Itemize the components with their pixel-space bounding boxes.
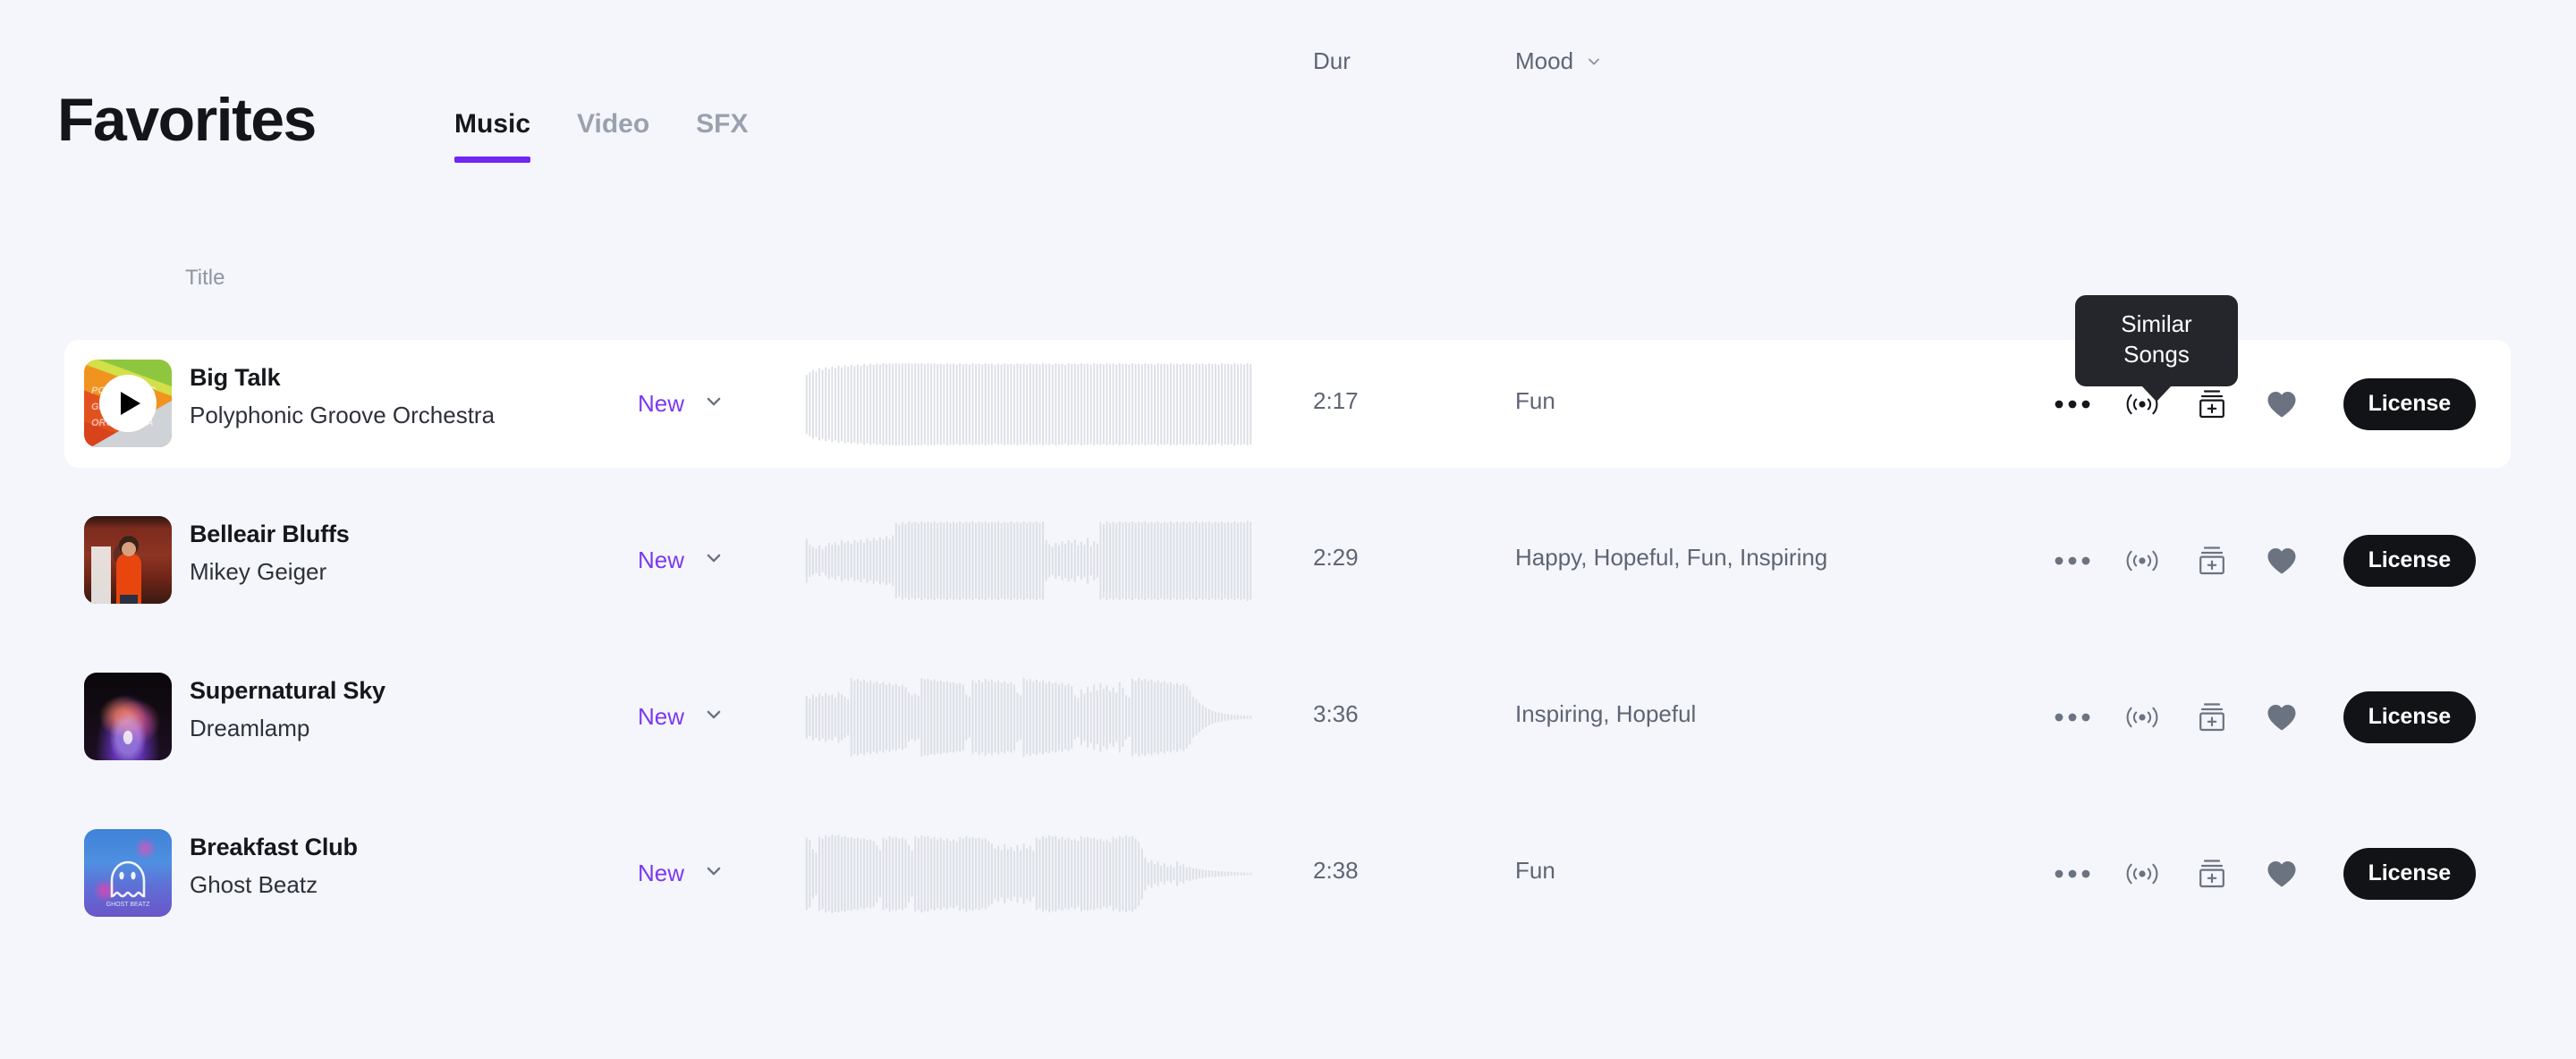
column-header-mood-label: Mood	[1515, 47, 1574, 74]
add-to-playlist-icon[interactable]	[2177, 526, 2247, 596]
track-artist: Ghost Beatz	[190, 870, 318, 898]
version-label: New	[638, 703, 685, 730]
version-label: New	[638, 546, 685, 573]
track-artist: Polyphonic Groove Orchestra	[190, 401, 496, 428]
chevron-down-icon	[704, 548, 724, 572]
column-header-title: Title	[185, 266, 225, 290]
track-duration: 2:38	[1313, 857, 1359, 884]
tab-sfx-label: SFX	[696, 109, 749, 139]
chevron-down-icon	[704, 392, 724, 416]
license-button[interactable]: License	[2343, 847, 2476, 900]
track-actions: License	[2038, 653, 2476, 781]
track-titles: Supernatural Sky Dreamlamp	[190, 676, 619, 742]
tooltip-line-2: Songs	[2123, 340, 2190, 368]
tooltip-line-1: Similar	[2121, 310, 2192, 337]
track-row[interactable]: Belleair Bluffs Mikey Geiger New 2:29 Happy,…	[0, 496, 2576, 653]
track-mood: Inspiring, Hopeful	[1515, 700, 1697, 727]
track-duration: 2:29	[1313, 544, 1359, 571]
chevron-down-icon	[704, 705, 724, 729]
version-selector[interactable]: New	[638, 703, 724, 731]
play-button[interactable]	[99, 375, 157, 432]
svg-text:GHOST BEATZ: GHOST BEATZ	[106, 902, 150, 908]
track-row[interactable]: GHOST BEATZ Breakfast Club Ghost Beatz New 2…	[0, 809, 2576, 966]
version-selector[interactable]: New	[638, 390, 724, 418]
heart-icon[interactable]	[2247, 682, 2317, 752]
similar-songs-icon[interactable]	[2107, 839, 2177, 909]
track-actions: License	[2038, 809, 2476, 937]
track-title: Breakfast Club	[190, 834, 358, 860]
chevron-down-icon	[1586, 54, 1602, 70]
track-title: Supernatural Sky	[190, 677, 386, 704]
tab-video-label: Video	[577, 109, 650, 139]
chevron-down-icon	[704, 861, 724, 885]
add-to-playlist-icon[interactable]	[2177, 682, 2247, 752]
waveform[interactable]	[805, 676, 1252, 758]
more-horizontal-icon[interactable]	[2038, 839, 2107, 909]
column-header-mood[interactable]: Mood	[1515, 47, 1602, 75]
album-artwork[interactable]	[84, 516, 172, 604]
license-button[interactable]: License	[2343, 690, 2476, 743]
track-titles: Big Talk Polyphonic Groove Orchestra	[190, 363, 619, 429]
track-actions: License	[2038, 496, 2476, 624]
license-button[interactable]: License	[2343, 534, 2476, 587]
track-duration: 2:17	[1313, 387, 1359, 414]
more-horizontal-icon[interactable]	[2038, 682, 2107, 752]
version-label: New	[638, 860, 685, 886]
album-artwork[interactable]: POLYPHONICGROOVEORCHESTRA	[84, 360, 172, 447]
waveform[interactable]	[805, 833, 1252, 915]
track-title: Belleair Bluffs	[190, 521, 350, 547]
similar-songs-icon[interactable]	[2107, 526, 2177, 596]
column-header-duration: Dur	[1313, 47, 1351, 74]
tab-bar: Music Video SFX	[454, 109, 795, 163]
page-title: Favorites	[57, 86, 317, 154]
track-titles: Breakfast Club Ghost Beatz	[190, 833, 619, 899]
tab-music[interactable]: Music	[454, 109, 531, 163]
add-to-playlist-icon[interactable]	[2177, 839, 2247, 909]
track-mood: Happy, Hopeful, Fun, Inspiring	[1515, 544, 1828, 571]
version-selector[interactable]: New	[638, 546, 724, 574]
tab-music-label: Music	[454, 109, 531, 139]
license-button[interactable]: License	[2343, 377, 2476, 430]
more-horizontal-icon[interactable]	[2038, 526, 2107, 596]
track-row[interactable]: Supernatural Sky Dreamlamp New 3:36 Inspirin…	[0, 653, 2576, 809]
track-list: POLYPHONICGROOVEORCHESTRA Big Talk Polypho…	[0, 340, 2576, 966]
track-titles: Belleair Bluffs Mikey Geiger	[190, 520, 619, 586]
play-icon	[121, 392, 140, 415]
page-header: Favorites Music Video SFX	[0, 0, 2576, 206]
version-label: New	[638, 390, 685, 417]
album-artwork[interactable]	[84, 673, 172, 760]
waveform[interactable]	[805, 520, 1252, 602]
similar-songs-icon[interactable]	[2107, 682, 2177, 752]
track-mood: Fun	[1515, 387, 1555, 414]
version-selector[interactable]: New	[638, 860, 724, 887]
heart-icon[interactable]	[2247, 369, 2317, 439]
track-mood: Fun	[1515, 857, 1555, 884]
track-duration: 3:36	[1313, 700, 1359, 727]
favorites-page: Favorites Music Video SFX Title Dur Mood…	[0, 0, 2576, 1059]
album-artwork[interactable]: GHOST BEATZ	[84, 829, 172, 917]
waveform[interactable]	[805, 363, 1252, 445]
track-title: Big Talk	[190, 364, 281, 391]
track-artist: Mikey Geiger	[190, 557, 327, 585]
track-artist: Dreamlamp	[190, 714, 310, 741]
tab-sfx[interactable]: SFX	[696, 109, 748, 163]
heart-icon[interactable]	[2247, 526, 2317, 596]
tab-video[interactable]: Video	[577, 109, 649, 163]
heart-icon[interactable]	[2247, 839, 2317, 909]
similar-songs-tooltip: Similar Songs	[2075, 295, 2238, 386]
